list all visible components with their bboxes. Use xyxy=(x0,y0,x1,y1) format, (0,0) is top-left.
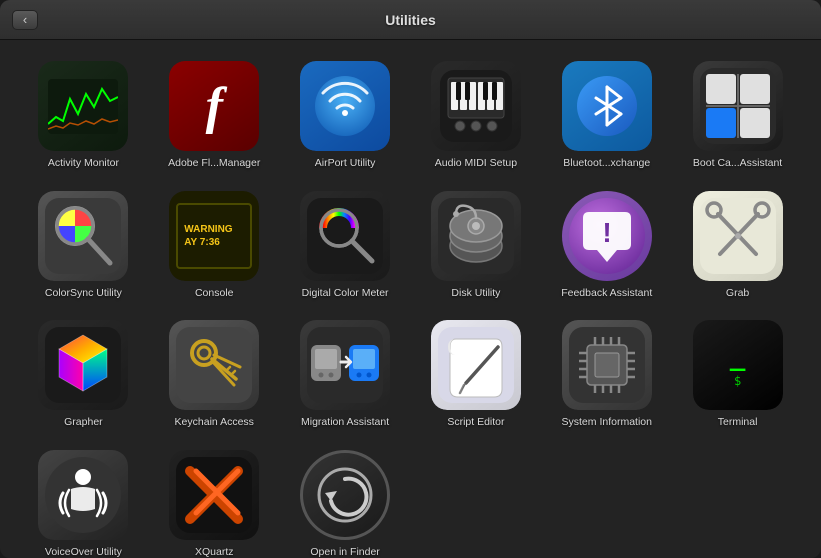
grapher-svg xyxy=(45,327,121,403)
app-icon-xquartz xyxy=(169,450,259,540)
digital-color-svg xyxy=(307,198,383,274)
back-icon: ‹ xyxy=(23,12,27,27)
app-item-migration[interactable]: Migration Assistant xyxy=(282,314,409,436)
app-item-bluetooth[interactable]: Bluetoot...xchange xyxy=(543,55,670,177)
app-item-activity-monitor[interactable]: Activity Monitor xyxy=(20,55,147,177)
app-item-script-editor[interactable]: Script Editor xyxy=(413,314,540,436)
console-warning-text: WARNINGAY 7:36 xyxy=(184,223,244,249)
app-icon-migration xyxy=(300,320,390,410)
app-item-adobe-flash[interactable]: f Adobe Fl...Manager xyxy=(151,55,278,177)
app-icon-voiceover xyxy=(38,450,128,540)
utilities-window: ‹ Utilities Activity Monitor f xyxy=(0,0,821,558)
app-label: Audio MIDI Setup xyxy=(435,157,517,171)
app-icon-open-finder xyxy=(300,450,390,540)
app-label: Migration Assistant xyxy=(301,416,389,430)
app-icon-grapher xyxy=(38,320,128,410)
app-icon-airport xyxy=(300,61,390,151)
app-item-grapher[interactable]: Grapher xyxy=(20,314,147,436)
audio-midi-svg xyxy=(440,70,512,142)
activity-monitor-graph xyxy=(48,79,118,134)
app-label: ColorSync Utility xyxy=(45,287,122,301)
voiceover-svg xyxy=(45,457,121,533)
back-button[interactable]: ‹ xyxy=(12,10,38,30)
app-icon-feedback: ! xyxy=(562,191,652,281)
app-grid: Activity Monitor f Adobe Fl...Manager xyxy=(0,40,821,558)
app-item-console[interactable]: WARNINGAY 7:36 Console xyxy=(151,185,278,307)
app-item-xquartz[interactable]: XQuartz xyxy=(151,444,278,558)
app-item-airport[interactable]: AirPort Utility xyxy=(282,55,409,177)
app-icon-activity-monitor xyxy=(38,61,128,151)
app-label: Grapher xyxy=(64,416,103,430)
app-icon-boot-camp xyxy=(693,61,783,151)
system-info-svg xyxy=(569,327,645,403)
app-icon-grab xyxy=(693,191,783,281)
app-label: Feedback Assistant xyxy=(561,287,652,301)
app-icon-keychain xyxy=(169,320,259,410)
app-item-colorsync[interactable]: ColorSync Utility xyxy=(20,185,147,307)
app-icon-console: WARNINGAY 7:36 xyxy=(169,191,259,281)
titlebar: ‹ Utilities xyxy=(0,0,821,40)
flash-letter: f xyxy=(206,77,223,136)
app-item-audio-midi[interactable]: Audio MIDI Setup xyxy=(413,55,540,177)
window-title: Utilities xyxy=(385,12,436,28)
console-display: WARNINGAY 7:36 xyxy=(176,203,252,269)
app-icon-terminal: _ $ xyxy=(693,320,783,410)
migration-svg xyxy=(307,327,383,403)
terminal-prompt-text: _ xyxy=(730,342,746,372)
airport-wifi-icon xyxy=(314,75,376,137)
app-label: Keychain Access xyxy=(175,416,254,430)
app-item-system-info[interactable]: System Information xyxy=(543,314,670,436)
grab-svg xyxy=(700,198,776,274)
app-label: System Information xyxy=(562,416,652,430)
open-finder-svg xyxy=(317,467,373,523)
app-label: AirPort Utility xyxy=(315,157,376,171)
app-label: Script Editor xyxy=(447,416,504,430)
app-label: Bluetoot...xchange xyxy=(563,157,650,171)
script-editor-svg xyxy=(438,327,514,403)
app-icon-system-info xyxy=(562,320,652,410)
app-item-keychain[interactable]: Keychain Access xyxy=(151,314,278,436)
colorsync-svg xyxy=(45,198,121,274)
app-label: Console xyxy=(195,287,234,301)
xquartz-svg xyxy=(176,457,252,533)
bootcamp-svg xyxy=(700,68,776,144)
app-icon-disk-utility xyxy=(431,191,521,281)
app-item-terminal[interactable]: _ $ Terminal xyxy=(674,314,801,436)
feedback-svg: ! xyxy=(569,198,645,274)
app-item-feedback[interactable]: ! Feedback Assistant xyxy=(543,185,670,307)
app-icon-audio-midi xyxy=(431,61,521,151)
app-icon-colorsync xyxy=(38,191,128,281)
app-icon-adobe-flash: f xyxy=(169,61,259,151)
app-item-voiceover[interactable]: VoiceOver Utility xyxy=(20,444,147,558)
app-label: Open in Finder xyxy=(310,546,379,558)
app-icon-bluetooth xyxy=(562,61,652,151)
app-label: XQuartz xyxy=(195,546,234,558)
app-item-digital-color[interactable]: Digital Color Meter xyxy=(282,185,409,307)
app-label: Adobe Fl...Manager xyxy=(168,157,260,171)
app-item-grab[interactable]: Grab xyxy=(674,185,801,307)
app-item-boot-camp[interactable]: Boot Ca...Assistant xyxy=(674,55,801,177)
app-icon-digital-color xyxy=(300,191,390,281)
bluetooth-svg xyxy=(576,75,638,137)
app-item-disk-utility[interactable]: Disk Utility xyxy=(413,185,540,307)
app-label: Grab xyxy=(726,287,749,301)
app-label: Boot Ca...Assistant xyxy=(693,157,782,171)
disk-utility-svg xyxy=(438,198,514,274)
app-item-open-finder[interactable]: Open in Finder xyxy=(282,444,409,558)
app-label: Terminal xyxy=(718,416,758,430)
app-label: Disk Utility xyxy=(451,287,500,301)
app-label: VoiceOver Utility xyxy=(45,546,122,558)
app-icon-script-editor xyxy=(431,320,521,410)
app-label: Activity Monitor xyxy=(48,157,119,171)
keychain-svg xyxy=(176,327,252,403)
svg-text:!: ! xyxy=(602,217,611,248)
app-label: Digital Color Meter xyxy=(302,287,389,301)
